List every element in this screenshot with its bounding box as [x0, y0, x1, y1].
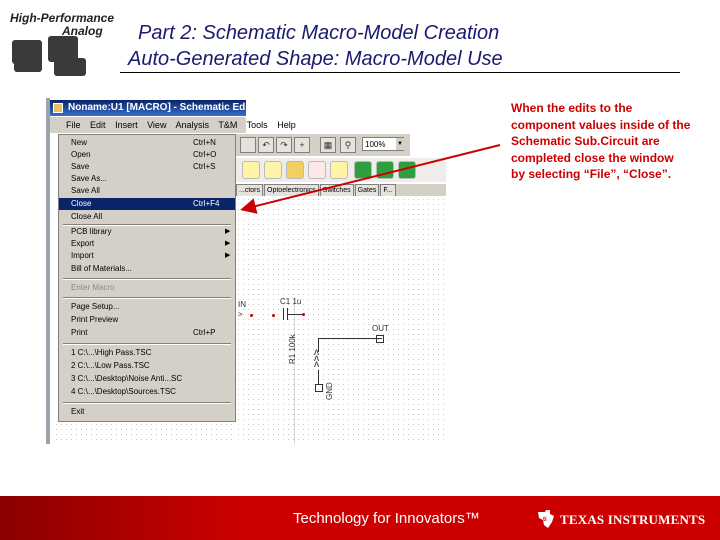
callout-text: When the edits to the component values i…: [511, 101, 691, 181]
callout-arrow: [240, 144, 501, 214]
ti-logo-icon: ti: [538, 510, 554, 528]
footer-tagline: Technology for Innovators™: [293, 510, 480, 527]
svg-text:ti: ti: [543, 517, 547, 523]
footer-gradient: [0, 496, 240, 540]
footer-company: TEXAS INSTRUMENTS: [560, 512, 706, 527]
